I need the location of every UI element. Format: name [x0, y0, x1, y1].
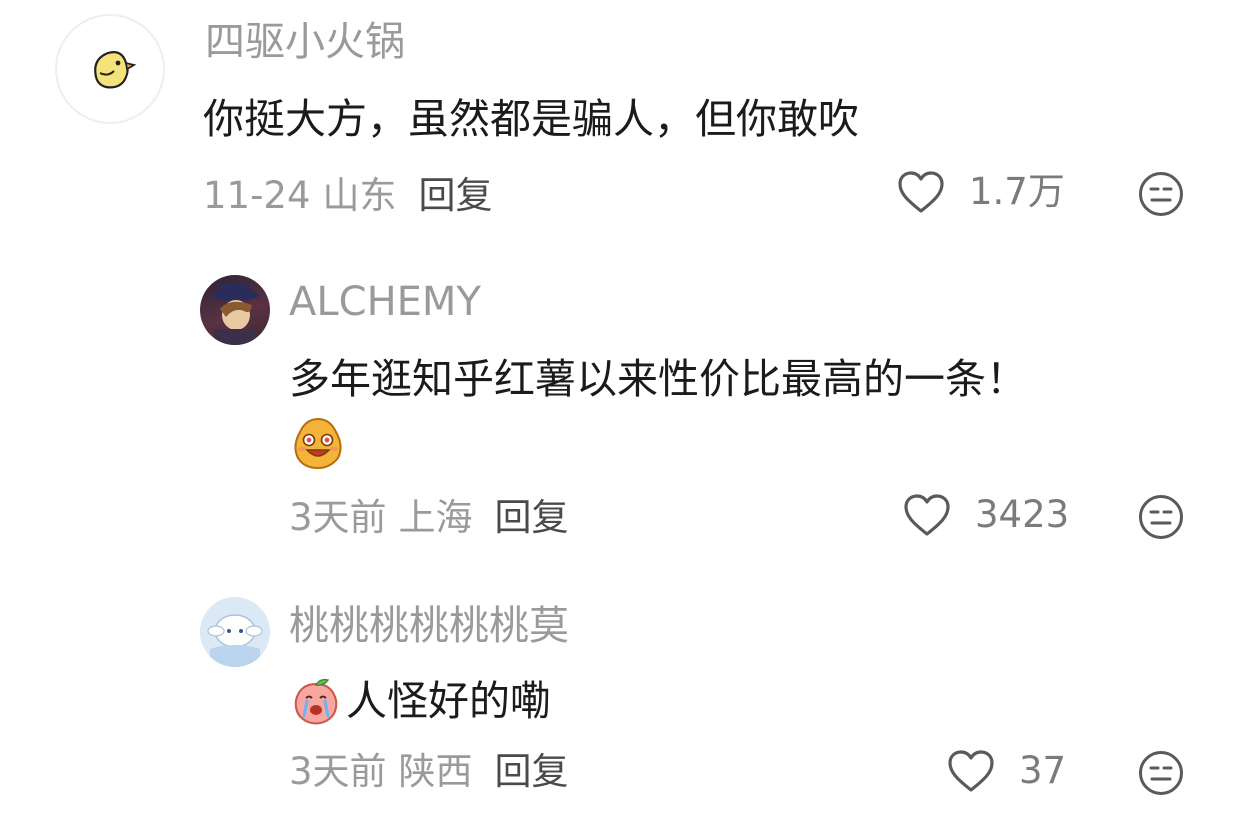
username[interactable]: 四驱小火锅 [205, 18, 405, 66]
comment-meta: 3天前 陕西 回复 [289, 750, 569, 794]
heart-outline-icon [898, 171, 944, 213]
neutral-face-icon[interactable] [1138, 171, 1184, 217]
reply-button[interactable]: 回复 [495, 496, 569, 540]
comment-date: 3天前 [289, 750, 387, 793]
reply-button[interactable]: 回复 [419, 174, 493, 218]
avatar[interactable] [200, 597, 270, 667]
heart-outline-icon [904, 494, 950, 536]
comment-meta: 3天前 上海 回复 [289, 496, 569, 540]
crying-peach-emoji-icon [294, 678, 338, 725]
comment-date: 11-24 [203, 174, 311, 217]
like-count: 37 [1019, 749, 1067, 792]
neutral-face-icon[interactable] [1138, 494, 1184, 540]
comment-text: 多年逛知乎红薯以来性价比最高的一条！ [289, 355, 1027, 403]
like-button[interactable]: 1.7万 [897, 170, 1065, 214]
comment-location: 陕西 [398, 750, 473, 793]
avatar[interactable] [200, 275, 270, 345]
excited-face-emoji-icon [294, 417, 342, 470]
chick-avatar-icon [94, 51, 137, 89]
reply-button[interactable]: 回复 [495, 750, 569, 794]
character-avatar-icon [211, 283, 259, 345]
like-count: 1.7万 [969, 170, 1065, 213]
heart-outline-icon [948, 750, 994, 792]
comment-location: 上海 [398, 496, 473, 539]
avatar[interactable] [55, 14, 165, 124]
like-count: 3423 [975, 493, 1070, 536]
username[interactable]: ALCHEMY [289, 278, 481, 326]
username[interactable]: 桃桃桃桃桃桃莫 [289, 602, 569, 650]
comment-meta: 11-24 山东 回复 [203, 174, 493, 218]
neutral-face-icon[interactable] [1138, 750, 1184, 796]
comment-date: 3天前 [289, 496, 387, 539]
comment-location: 山东 [322, 174, 397, 217]
like-button[interactable]: 37 [947, 749, 1066, 793]
comment-text: 你挺大方，虽然都是骗人，但你敢吹 [203, 95, 859, 143]
like-button[interactable]: 3423 [903, 493, 1069, 537]
comment-text: 人怪好的嘞 [346, 677, 551, 725]
cinnamoroll-avatar-icon [207, 614, 263, 667]
